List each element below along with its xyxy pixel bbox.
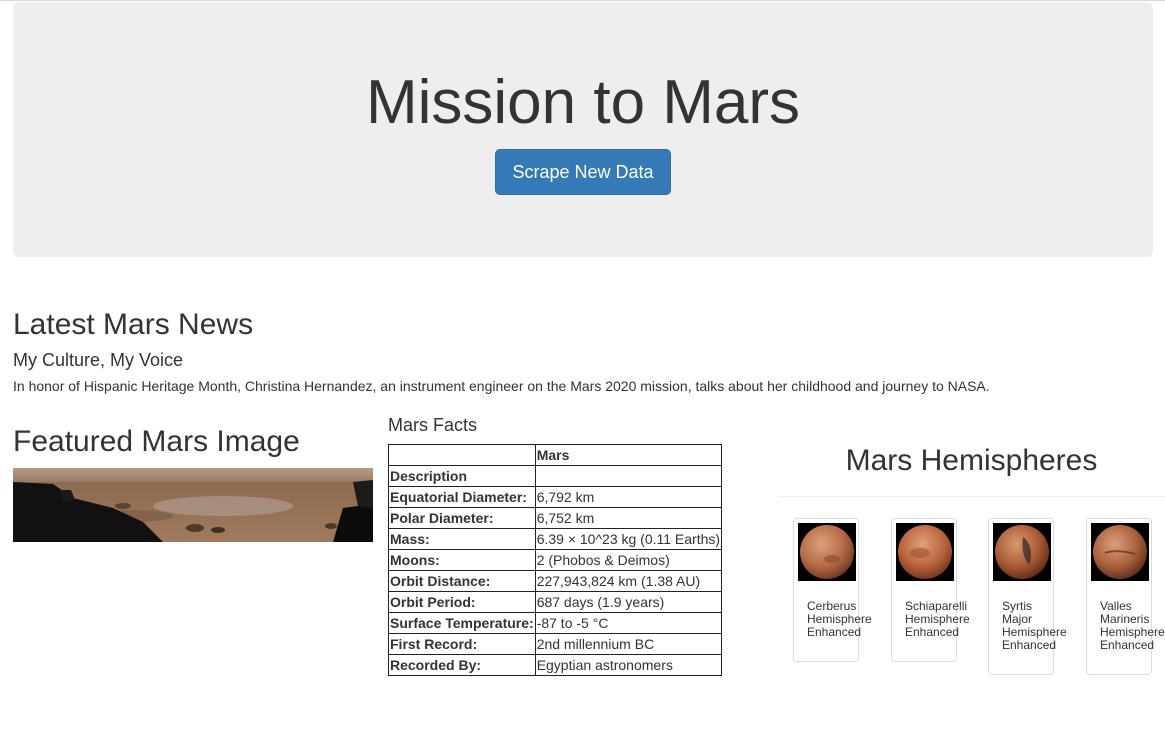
table-column-header: Mars — [534, 444, 723, 466]
fact-label: Polar Diameter: — [388, 507, 536, 529]
hemisphere-title[interactable]: Cerberus Hemisphere Enhanced — [807, 600, 877, 639]
hemisphere-card-syrtis-major[interactable]: Syrtis Major Hemisphere Enhanced — [988, 518, 1067, 675]
featured-image-heading: Featured Mars Image — [13, 425, 300, 458]
hemisphere-thumbnail[interactable] — [896, 523, 954, 581]
table-row: Mass: 6.39 × 10^23 kg (0.11 Earths) — [388, 528, 723, 550]
hemisphere-title[interactable]: Valles Marineris Hemisphere Enhanced — [1100, 600, 1165, 652]
fact-value: 687 days (1.9 years) — [534, 591, 723, 613]
table-row: Description — [388, 465, 723, 487]
mars-facts-table: Mars Description Equatorial Diameter: 6,… — [388, 444, 723, 676]
scrape-new-data-button[interactable]: Scrape New Data — [495, 149, 671, 195]
fact-label: Orbit Distance: — [388, 570, 536, 592]
news-teaser: In honor of Hispanic Heritage Month, Chr… — [13, 378, 990, 394]
news-title: My Culture, My Voice — [13, 350, 184, 370]
fact-value — [534, 465, 723, 487]
fact-label: Mass: — [388, 528, 536, 550]
fact-value: 2 (Phobos & Deimos) — [534, 549, 723, 571]
page: Mission to Mars Scrape New Data Latest M… — [0, 0, 1165, 746]
hemisphere-thumbnail[interactable] — [1091, 523, 1149, 581]
fact-value: 227,943,824 km (1.38 AU) — [534, 570, 723, 592]
fact-value: 6,752 km — [534, 507, 723, 529]
table-row: Orbit Period: 687 days (1.9 years) — [388, 591, 723, 613]
fact-label: Moons: — [388, 549, 536, 571]
fact-value: Egyptian astronomers — [534, 654, 723, 676]
table-row: Recorded By: Egyptian astronomers — [388, 654, 723, 676]
hemisphere-card-schiaparelli[interactable]: Schiaparelli Hemisphere Enhanced — [891, 518, 970, 662]
table-header-row: Mars — [388, 444, 723, 466]
table-row: Surface Temperature: -87 to -5 °C — [388, 612, 723, 634]
fact-label: Equatorial Diameter: — [388, 486, 536, 508]
news-heading: Latest Mars News — [13, 308, 254, 341]
jumbotron-header: Mission to Mars Scrape New Data — [13, 2, 1153, 257]
fact-label: Recorded By: — [388, 654, 536, 676]
hemisphere-title[interactable]: Syrtis Major Hemisphere Enhanced — [1002, 600, 1072, 652]
hemisphere-thumbnail[interactable] — [993, 523, 1051, 581]
fact-value: 6.39 × 10^23 kg (0.11 Earths) — [534, 528, 723, 550]
table-row: First Record: 2nd millennium BC — [388, 633, 723, 655]
table-corner-cell — [388, 444, 536, 466]
hemisphere-card-cerberus[interactable]: Cerberus Hemisphere Enhanced — [793, 518, 872, 662]
fact-value: 2nd millennium BC — [534, 633, 723, 655]
table-row: Moons: 2 (Phobos & Deimos) — [388, 549, 723, 571]
fact-label: Surface Temperature: — [388, 612, 536, 634]
featured-mars-image — [13, 468, 373, 542]
hemispheres-divider — [778, 496, 1165, 497]
fact-value: 6,792 km — [534, 486, 723, 508]
hemisphere-card-valles-marineris[interactable]: Valles Marineris Hemisphere Enhanced — [1086, 518, 1165, 675]
hemisphere-title[interactable]: Schiaparelli Hemisphere Enhanced — [905, 600, 975, 639]
fact-label: Description — [388, 465, 536, 487]
fact-label: Orbit Period: — [388, 591, 536, 613]
hemispheres-heading: Mars Hemispheres — [845, 444, 1098, 477]
table-row: Polar Diameter: 6,752 km — [388, 507, 723, 529]
fact-label: First Record: — [388, 633, 536, 655]
fact-value: -87 to -5 °C — [534, 612, 723, 634]
hemisphere-thumbnail[interactable] — [798, 523, 856, 581]
page-title: Mission to Mars — [365, 68, 801, 137]
table-row: Orbit Distance: 227,943,824 km (1.38 AU) — [388, 570, 723, 592]
mars-facts-heading: Mars Facts — [388, 415, 478, 435]
table-row: Equatorial Diameter: 6,792 km — [388, 486, 723, 508]
